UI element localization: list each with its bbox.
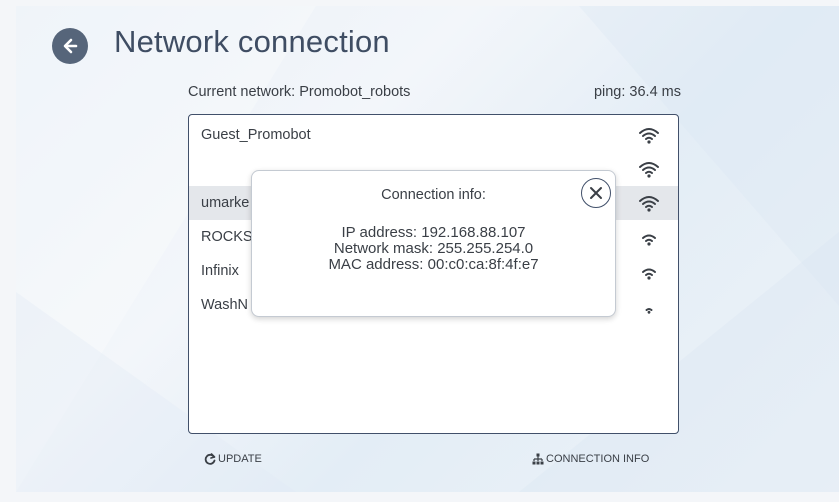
back-button[interactable] bbox=[52, 28, 88, 64]
ip-address: IP address: 192.168.88.107 bbox=[341, 224, 526, 241]
wifi-icon bbox=[639, 128, 659, 144]
wifi-icon bbox=[645, 308, 653, 314]
refresh-icon bbox=[204, 453, 216, 465]
network-name: ROCKS bbox=[201, 229, 253, 245]
connection-info-dialog: Connection info: IP address: 192.168.88.… bbox=[251, 170, 616, 317]
network-name: umarke bbox=[201, 195, 250, 211]
wifi-icon bbox=[639, 162, 659, 178]
close-icon bbox=[590, 187, 602, 199]
wifi-icon bbox=[642, 234, 656, 246]
wifi-icon bbox=[642, 268, 656, 280]
wifi-icon bbox=[639, 196, 659, 212]
network-mask: Network mask: 255.255.254.0 bbox=[333, 240, 534, 257]
ping-label: ping: 36.4 ms bbox=[593, 84, 681, 100]
current-network-label: Current network: Promobot_robots bbox=[188, 84, 411, 100]
update-label: UPDATE bbox=[218, 453, 262, 465]
connection-info-label: CONNECTION INFO bbox=[546, 453, 650, 465]
network-name: Infinix bbox=[201, 263, 239, 279]
mac-address: MAC address: 00:c0:ca:8f:4f:e7 bbox=[328, 256, 539, 273]
close-button[interactable] bbox=[581, 178, 611, 208]
connection-details: IP address: 192.168.88.107 Network mask:… bbox=[252, 225, 615, 273]
dialog-title: Connection info: bbox=[381, 187, 486, 203]
network-name: Guest_Promobot bbox=[201, 127, 311, 143]
network-item[interactable]: Guest_Promobot bbox=[189, 118, 678, 152]
page-title: Network connection bbox=[114, 24, 390, 59]
connection-info-button[interactable]: CONNECTION INFO bbox=[532, 453, 649, 465]
network-tree-icon bbox=[532, 453, 544, 465]
network-name: WashN bbox=[201, 297, 248, 313]
update-button[interactable]: UPDATE bbox=[204, 453, 262, 465]
arrow-left-icon bbox=[63, 38, 78, 54]
